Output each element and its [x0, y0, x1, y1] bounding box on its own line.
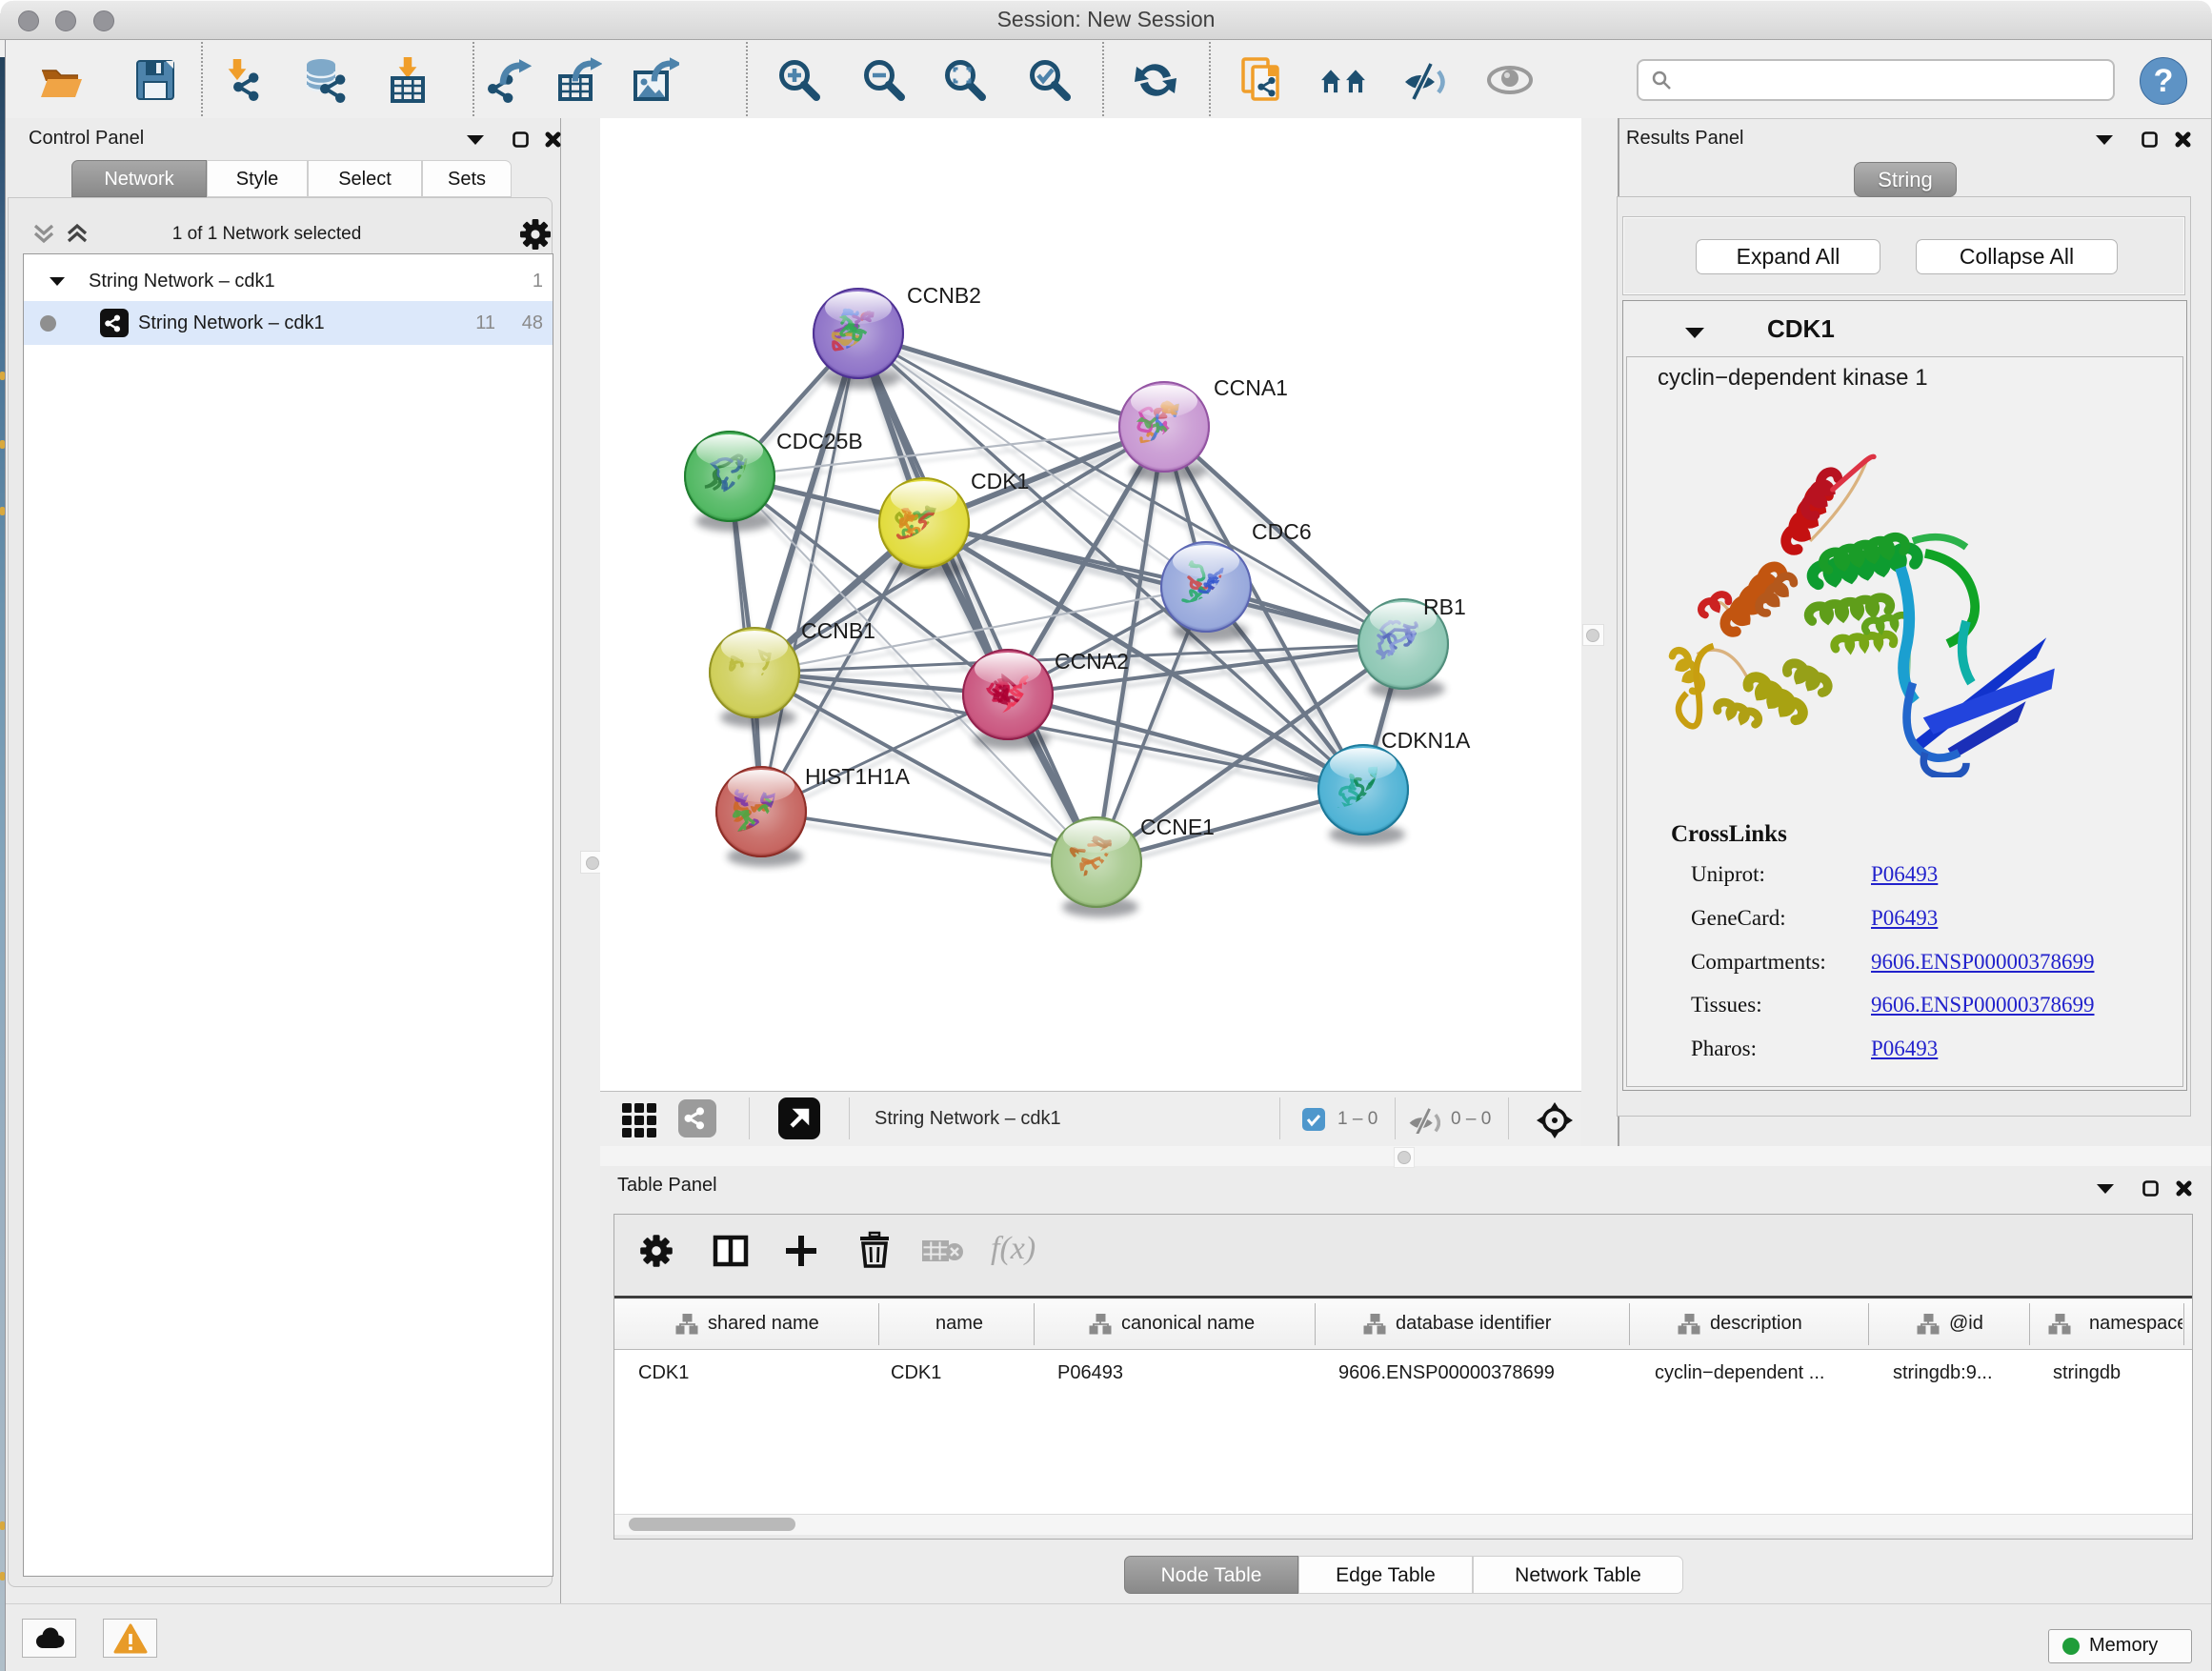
svg-text:HIST1H1A: HIST1H1A [805, 764, 911, 789]
svg-text:CCNB1: CCNB1 [801, 618, 875, 643]
svg-text:CCNA1: CCNA1 [1214, 375, 1288, 400]
svg-text:CCNA2: CCNA2 [1055, 649, 1129, 674]
svg-text:CDKN1A: CDKN1A [1381, 728, 1471, 753]
svg-text:CDC25B: CDC25B [776, 429, 863, 453]
svg-text:CCNE1: CCNE1 [1140, 815, 1215, 839]
svg-text:CDK1: CDK1 [971, 469, 1029, 493]
svg-text:RB1: RB1 [1423, 594, 1466, 619]
svg-text:CDC6: CDC6 [1252, 519, 1312, 544]
svg-text:CCNB2: CCNB2 [907, 283, 981, 308]
